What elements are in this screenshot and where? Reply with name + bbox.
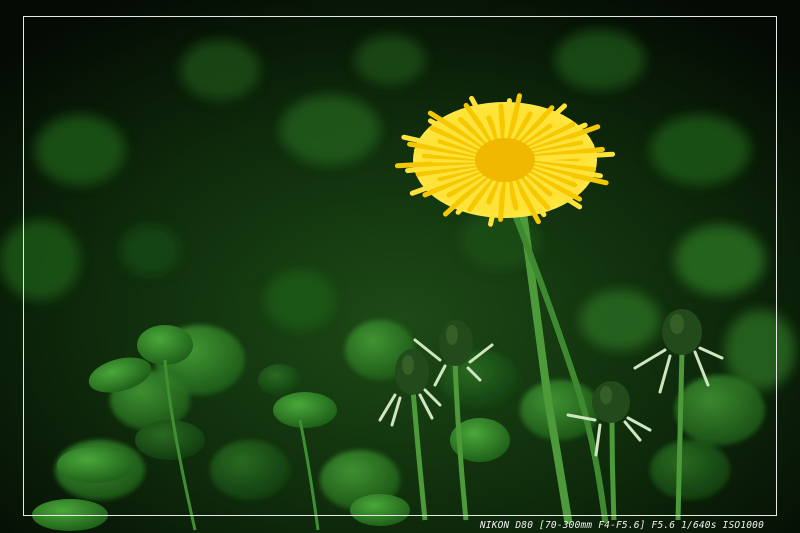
photo-canvas (0, 0, 800, 533)
bud-stem-right (609, 419, 617, 521)
dandelion-photo (0, 0, 800, 533)
exif-caption: NIKON D80 [70-300mm F4-F5.6] F5.6 1/640s… (479, 520, 764, 531)
flower-center (475, 138, 535, 182)
